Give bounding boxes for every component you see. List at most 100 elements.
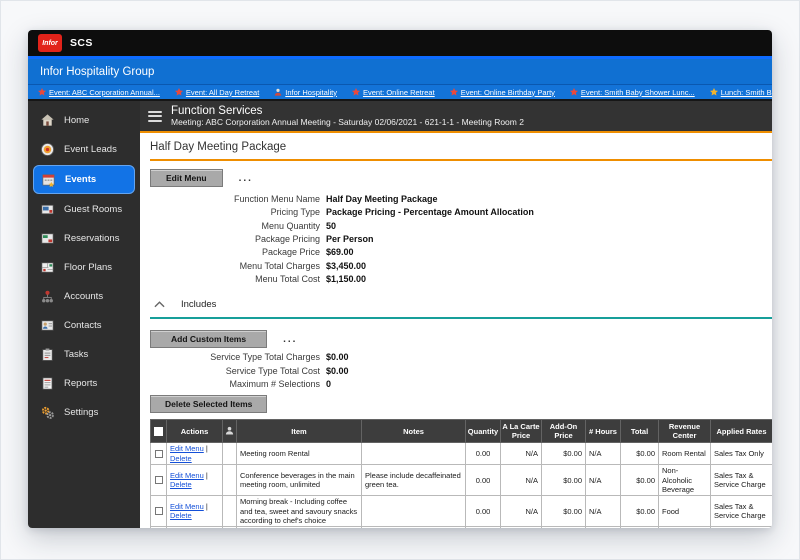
edit-menu-link[interactable]: Edit Menu [170,502,204,511]
sidebar-item-event-leads[interactable]: Event Leads [28,135,140,164]
tab-event-abc-corporation-annual[interactable]: Event: ABC Corporation Annual... [38,88,160,97]
notes-cell: Please include decaffeinated green tea. [361,464,466,497]
tab-event-all-day-retreat[interactable]: Event: All Day Retreat [174,87,260,97]
sidebar-item-floor-plans[interactable]: Floor Plans [28,253,140,282]
delete-link[interactable]: Delete [170,511,192,520]
menu-details-fields: Function Menu Name Half Day Meeting Pack… [150,194,772,284]
hours-cell: N/A [585,442,621,466]
sidebar-item-label: Contacts [64,320,102,331]
sidebar-item-label: Event Leads [64,144,117,155]
revenue-center-cell: Room Rental [658,442,711,466]
delete-link[interactable]: Delete [170,454,192,463]
col-add-on-price: Add-On Price [541,419,586,444]
sidebar-item-label: Events [65,174,97,185]
sidebar-item-home[interactable]: Home [28,106,140,135]
sidebar-item-label: Home [64,115,90,126]
tab-infor-hospitality[interactable]: Infor Hospitality [274,88,337,97]
sidebar-item-settings[interactable]: Settings [28,398,140,427]
add-on-cell: $0.00 [541,526,586,528]
add-on-cell: $0.00 [541,464,586,497]
items-table: Actions Item Notes Quantity A La Carte P… [150,419,772,528]
floor-plans-icon [41,262,54,273]
total-cell: $0.00 [620,442,659,466]
tab-label: Event: All Day Retreat [185,87,260,97]
custom-more-options-button[interactable]: ... [283,334,297,345]
content-header: Function Services Meeting: ABC Corporati… [140,101,772,131]
field-label: Maximum # Selections [229,379,320,390]
row-checkbox[interactable] [154,507,163,516]
top-bar: Infor SCS [28,30,772,56]
star-icon [351,88,360,96]
more-options-button[interactable]: ... [239,173,253,184]
collapse-chevron-icon[interactable] [154,301,165,308]
notes-cell [361,442,466,466]
applied-rates-cell: Sales Tax & Service Charge [710,526,772,528]
item-cell: Meeting room Rental [236,442,362,466]
field-label: Function Menu Name [233,194,320,204]
field-label: Service Type Total Cost [225,365,320,376]
field-label: Package Pricing [254,234,320,245]
tab-event-online-retreat[interactable]: Event: Online Retreat [351,88,435,97]
add-custom-items-button[interactable]: Add Custom Items [150,330,268,349]
add-on-cell: $0.00 [541,495,586,528]
field-value: Package Pricing - Percentage Amount Allo… [326,207,534,218]
app-name-label: SCS [70,37,93,49]
sidebar-item-contacts[interactable]: Contacts [28,311,140,340]
accounts-icon [42,290,53,303]
guest-rooms-icon [41,204,54,215]
total-cell: $0.00 [620,495,659,528]
edit-menu-link[interactable]: Edit Menu [170,471,204,480]
calendar-icon [42,174,55,187]
item-cell: Conference beverages in the main meeting… [236,464,362,497]
sidebar-item-reports[interactable]: Reports [28,369,140,398]
sidebar-item-events[interactable]: Events [33,165,135,194]
tab-label: Event: ABC Corporation Annual... [49,87,160,97]
table-row: Edit Menu | Delete Seasonal lunch buffet… [150,526,772,528]
table-row: Edit Menu | Delete Meeting room Rental 0… [150,442,772,466]
open-tabs-strip: Event: ABC Corporation Annual... Event: … [28,84,772,101]
tab-label: Infor Hospitality [285,87,337,97]
sidebar-item-guest-rooms[interactable]: Guest Rooms [28,195,140,224]
reservations-icon [41,233,54,244]
sidebar-item-label: Accounts [64,291,104,302]
col-applied-rates: Applied Rates [710,419,772,444]
field-value: $69.00 [326,247,354,258]
sidebar-item-label: Guest Rooms [64,204,123,215]
delete-link[interactable]: Delete [170,480,192,489]
delete-selected-items-button[interactable]: Delete Selected Items [150,395,268,414]
gear-icon [41,406,54,419]
tab-event-smith-baby-shower[interactable]: Event: Smith Baby Shower Lunc... [569,88,695,97]
sidebar-item-tasks[interactable]: Tasks [28,340,140,369]
select-all-header[interactable] [150,419,167,444]
infor-logo: Infor [38,34,62,52]
edit-menu-button[interactable]: Edit Menu [150,169,223,187]
a-la-carte-cell: N/A [500,464,542,497]
quantity-cell: 0.00 [465,526,501,528]
field-value: Half Day Meeting Package [326,194,438,204]
content-panel: Half Day Meeting Package Edit Menu ... F… [140,133,772,528]
quantity-cell: 0.00 [465,464,501,497]
page-title: Half Day Meeting Package [150,141,772,161]
row-checkbox[interactable] [154,449,163,458]
tasks-icon [42,348,53,361]
custom-items-fields: Service Type Total Charges $0.00 Service… [150,352,772,389]
field-value: $1,150.00 [326,274,367,285]
row-checkbox[interactable] [154,476,163,485]
select-all-checkbox[interactable] [154,426,163,436]
a-la-carte-cell: N/A [500,526,542,528]
col-hours: # Hours [585,419,621,444]
item-cell: Seasonal lunch buffet, according to Chef… [236,526,362,528]
tab-lunch-smith-baby-shower[interactable]: Lunch: Smith Baby Shower Lunc... [709,88,772,97]
sidebar-item-reservations[interactable]: Reservations [28,224,140,253]
edit-menu-link[interactable]: Edit Menu [170,444,204,453]
table-row: Edit Menu | Delete Conference beverages … [150,464,772,497]
field-label: Menu Total Charges [239,260,320,271]
menu-hamburger-icon[interactable] [148,110,162,122]
includes-section-header: Includes [150,299,772,320]
tab-event-online-birthday-party[interactable]: Event: Online Birthday Party [449,88,555,97]
page-header-title: Function Services [171,104,263,117]
sidebar-item-accounts[interactable]: Accounts [28,282,140,311]
total-cell: $0.00 [620,464,659,497]
star-icon [709,88,718,96]
item-cell: Morning break - Including coffee and tea… [236,495,362,528]
